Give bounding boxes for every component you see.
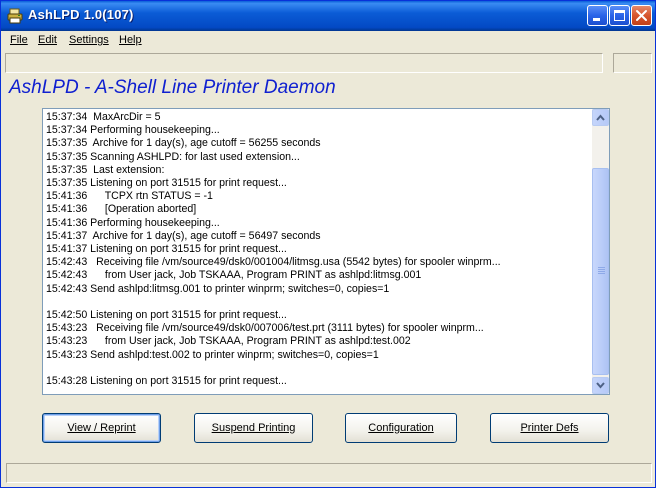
app-window: AshLPD 1.0(107) File Edit Settings Help … [0, 0, 656, 488]
suspend-printing-button[interactable]: Suspend Printing [194, 413, 313, 443]
scroll-up-button[interactable] [592, 109, 609, 126]
log-line: 15:41:36 Performing housekeeping... [46, 216, 220, 229]
log-textarea[interactable]: 15:37:34 MaxArcDir = 5 15:37:34 Performin… [42, 108, 610, 395]
title-bar[interactable]: AshLPD 1.0(107) [1, 1, 655, 31]
grip-line [598, 269, 605, 270]
log-line: 15:37:35 Listening on port 31515 for pri… [46, 177, 287, 190]
menu-help[interactable]: Help [119, 34, 142, 46]
grip-line [598, 267, 605, 268]
grip-line [598, 271, 605, 272]
view-reprint-button[interactable]: View / Reprint [42, 413, 161, 443]
printer-app-icon[interactable] [7, 8, 23, 24]
close-button[interactable] [631, 5, 652, 26]
maximize-button[interactable] [609, 5, 630, 26]
log-line: 15:42:43 Send ashlpd:litmsg.001 to print… [46, 282, 390, 295]
log-line: 15:43:28 Listening on port 31515 for pri… [46, 375, 287, 388]
close-icon [636, 10, 647, 21]
log-line: 15:43:23 from User jack, Job TSKAAA, Pro… [46, 335, 411, 348]
chevron-up-icon [596, 114, 605, 121]
log-line: 15:37:34 MaxArcDir = 5 [46, 111, 161, 123]
log-line: 15:42:43 from User jack, Job TSKAAA, Pro… [46, 269, 422, 282]
printer-defs-button[interactable]: Printer Defs [490, 413, 609, 443]
log-scrollbar[interactable] [592, 109, 609, 394]
banner-title: AshLPD - A-Shell Line Printer Daemon [9, 77, 336, 98]
maximize-icon [614, 10, 625, 21]
scroll-thumb[interactable] [592, 168, 609, 375]
log-line: 15:43:23 Receiving file /vm/source49/dsk… [46, 322, 484, 335]
configuration-button[interactable]: Configuration [345, 413, 457, 443]
menu-bar: File Edit Settings Help [1, 31, 655, 50]
status-panel-main [5, 53, 603, 73]
log-line: 15:43:23 Send ashlpd:test.002 to printer… [46, 348, 379, 361]
status-bar [6, 463, 652, 483]
grip-line [598, 273, 605, 274]
log-line: 15:41:36 [Operation aborted] [46, 203, 197, 216]
log-line: 15:37:35 Archive for 1 day(s), age cutof… [46, 137, 321, 150]
chevron-down-icon [596, 382, 605, 389]
scroll-down-button[interactable] [592, 377, 609, 394]
minimize-button[interactable] [587, 5, 608, 26]
log-line: 15:37:35 Scanning ASHLPD: for last used … [46, 150, 300, 163]
menu-edit[interactable]: Edit [38, 34, 57, 46]
window-title: AshLPD 1.0(107) [28, 7, 134, 22]
log-line: 15:37:34 Performing housekeeping... [46, 124, 220, 137]
log-lines: 15:37:34 MaxArcDir = 5 15:37:34 Performin… [46, 111, 590, 388]
log-line: 15:37:35 Last extension: [46, 163, 165, 176]
log-line: 15:41:36 TCPX rtn STATUS = -1 [46, 190, 213, 203]
log-line: 15:41:37 Archive for 1 day(s), age cutof… [46, 229, 321, 242]
menu-file[interactable]: File [10, 34, 28, 46]
minimize-icon [593, 18, 600, 21]
menu-settings[interactable]: Settings [69, 34, 109, 46]
status-panel-right [613, 53, 652, 73]
log-line: 15:42:50 Listening on port 31515 for pri… [46, 309, 287, 322]
log-line: 15:42:43 Receiving file /vm/source49/dsk… [46, 256, 501, 269]
log-line: 15:41:37 Listening on port 31515 for pri… [46, 243, 287, 256]
